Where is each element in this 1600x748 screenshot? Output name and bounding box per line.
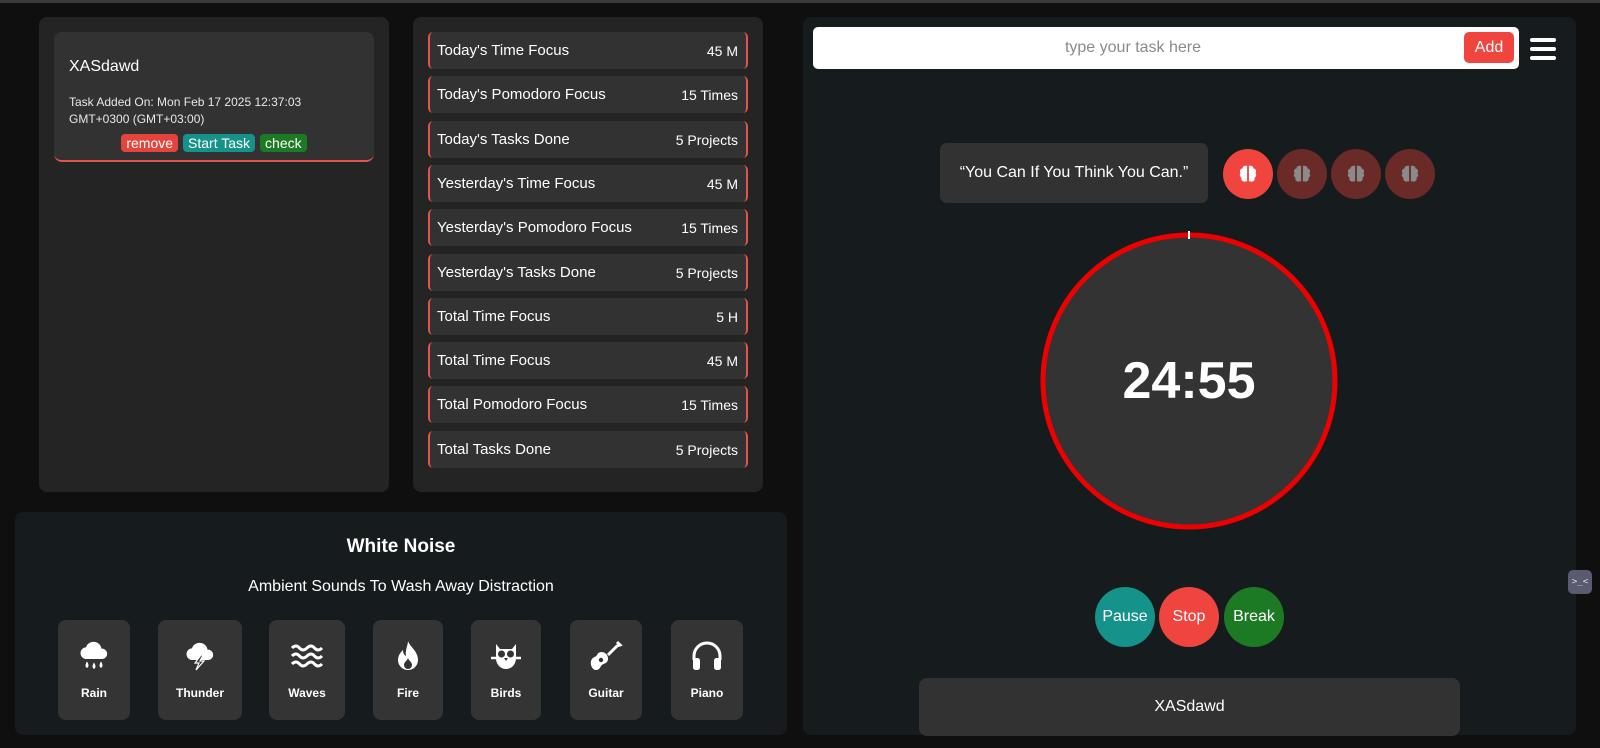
motivational-quote: “You Can If You Think You Can.”: [940, 143, 1208, 203]
timer-display: 24:55: [1122, 352, 1256, 410]
pomodoro-indicator: [1277, 149, 1327, 199]
pomodoro-indicator: [1385, 149, 1435, 199]
sound-label: Piano: [690, 686, 724, 700]
white-noise-panel: White Noise Ambient Sounds To Wash Away …: [15, 512, 787, 735]
stat-row: Today's Pomodoro Focus 15 Times: [428, 76, 748, 113]
stat-row: Today's Time Focus 45 M: [428, 32, 748, 69]
pause-button[interactable]: Pause: [1095, 587, 1155, 647]
current-task-label: XASdawd: [919, 678, 1460, 736]
sound-waves[interactable]: Waves: [269, 620, 345, 720]
add-task-button[interactable]: Add: [1464, 32, 1514, 63]
remove-button[interactable]: remove: [121, 134, 179, 152]
stat-label: Total Tasks Done: [437, 441, 551, 458]
waves-icon: [290, 644, 324, 668]
stat-row: Total Time Focus 45 M: [428, 342, 748, 379]
stat-value: 5 Projects: [675, 264, 738, 281]
pomodoro-indicator: [1331, 149, 1381, 199]
sound-label: Fire: [396, 686, 419, 700]
stat-label: Total Time Focus: [437, 308, 551, 325]
sound-rain[interactable]: Rain: [58, 620, 130, 720]
sound-thunder[interactable]: Thunder: [158, 620, 242, 720]
task-added-date: Task Added On: Mon Feb 17 2025 12:37:03 …: [69, 95, 302, 126]
stat-label: Today's Tasks Done: [437, 131, 570, 148]
fire-icon: [398, 641, 418, 670]
task-actions: remove Start Task check: [54, 134, 374, 152]
guitar-icon: [590, 640, 623, 670]
stat-label: Today's Time Focus: [437, 42, 570, 59]
sound-label: Waves: [288, 686, 326, 700]
stat-value: 5 Projects: [675, 441, 738, 458]
stat-row: Today's Tasks Done 5 Projects: [428, 121, 748, 158]
stat-label: Total Pomodoro Focus: [437, 396, 588, 413]
pomodoro-indicator-active: [1223, 149, 1273, 199]
brain-icon: [1401, 165, 1419, 182]
stat-label: Yesterday's Pomodoro Focus: [437, 219, 632, 236]
rain-icon: [80, 641, 108, 669]
white-noise-title: White Noise: [346, 536, 456, 557]
brain-icon: [1239, 165, 1257, 182]
headphones-icon: [692, 641, 722, 670]
hamburger-menu-icon[interactable]: [1530, 38, 1556, 60]
owl-icon: [491, 644, 521, 669]
stat-row: Total Time Focus 5 H: [428, 298, 748, 335]
stat-row: Total Pomodoro Focus 15 Times: [428, 386, 748, 423]
stat-value: 15 Times: [681, 219, 738, 236]
sound-guitar[interactable]: Guitar: [570, 620, 642, 720]
sound-label: Thunder: [176, 686, 224, 700]
stat-value: 45 M: [706, 175, 738, 192]
stop-button[interactable]: Stop: [1159, 587, 1219, 647]
stat-row: Yesterday's Tasks Done 5 Projects: [428, 254, 748, 291]
white-noise-subtitle: Ambient Sounds To Wash Away Distraction: [248, 578, 554, 595]
sound-birds[interactable]: Birds: [471, 620, 541, 720]
extension-widget[interactable]: >_<: [1568, 570, 1592, 594]
stat-label: Yesterday's Time Focus: [437, 175, 596, 192]
stats-panel: Today's Time Focus 45 M Today's Pomodoro…: [413, 17, 763, 492]
stat-row: Yesterday's Time Focus 45 M: [428, 165, 748, 202]
stat-row: Total Tasks Done 5 Projects: [428, 431, 748, 468]
sound-label: Birds: [490, 686, 522, 700]
top-border: [0, 0, 1600, 3]
task-input-bar: Add: [813, 27, 1519, 69]
task-card: XASdawd Task Added On: Mon Feb 17 2025 1…: [54, 32, 374, 162]
sound-label: Guitar: [588, 686, 624, 700]
task-input[interactable]: [813, 27, 1453, 69]
break-button[interactable]: Break: [1224, 587, 1284, 647]
stat-row: Yesterday's Pomodoro Focus 15 Times: [428, 209, 748, 246]
thunder-icon: [186, 642, 214, 671]
sound-fire[interactable]: Fire: [373, 620, 443, 720]
stat-label: Today's Pomodoro Focus: [437, 86, 606, 103]
stat-value: 15 Times: [681, 396, 738, 413]
stat-value: 5 Projects: [675, 131, 738, 148]
sound-piano[interactable]: Piano: [671, 620, 743, 720]
brain-icon: [1293, 165, 1311, 182]
start-task-button[interactable]: Start Task: [183, 134, 256, 152]
stat-value: 15 Times: [681, 86, 738, 103]
task-name: XASdawd: [69, 58, 140, 75]
stat-value: 45 M: [706, 352, 738, 369]
timer-panel: Add “You Can If You Think You Can.” 24:5…: [803, 17, 1576, 736]
brain-icon: [1347, 165, 1365, 182]
stat-label: Total Time Focus: [437, 352, 551, 369]
stat-value: 45 M: [706, 42, 738, 59]
task-list-panel: XASdawd Task Added On: Mon Feb 17 2025 1…: [39, 17, 389, 492]
check-button[interactable]: check: [260, 134, 307, 152]
stat-label: Yesterday's Tasks Done: [437, 264, 596, 281]
stat-value: 5 H: [716, 308, 738, 325]
sound-label: Rain: [80, 686, 107, 700]
